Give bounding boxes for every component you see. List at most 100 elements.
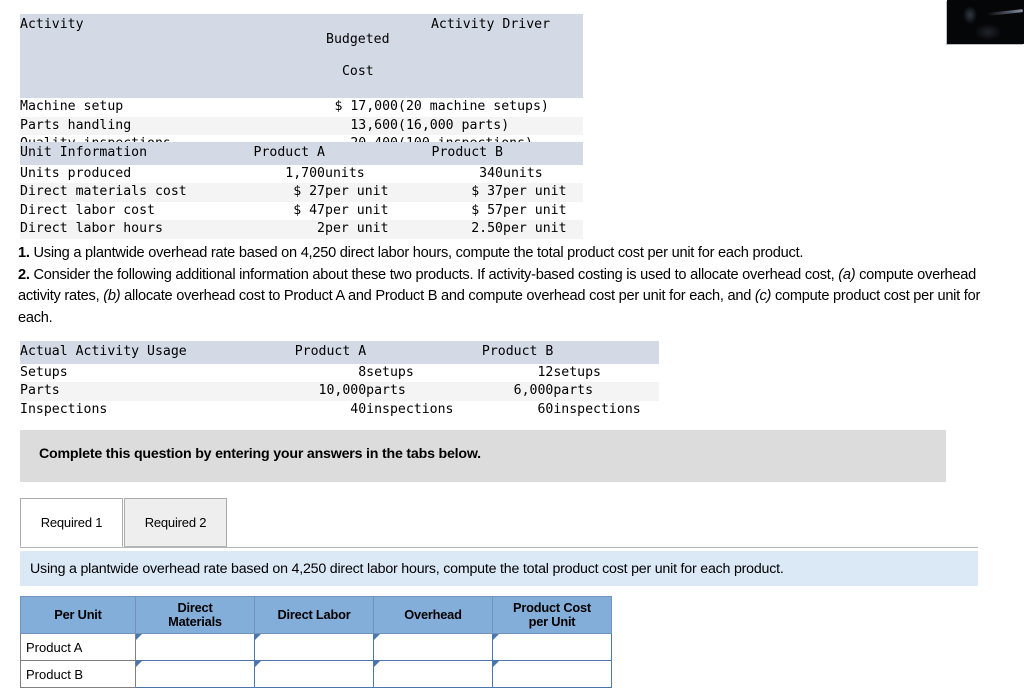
input-product-a-overhead[interactable] [373, 633, 493, 661]
row-a-number: 8 [261, 363, 367, 382]
row-b-number: 2.50 [403, 220, 503, 239]
answer-header-per-unit: Per Unit [20, 596, 136, 634]
table-row: Parts 10,000 parts 6,000 parts [20, 382, 659, 401]
row-label: Units produced [20, 164, 225, 183]
requirement-1-number: 1. [18, 245, 30, 261]
actual-activity-usage-table: Actual Activity Usage Product A Product … [20, 341, 659, 419]
requirement-2-text-c: allocate overhead cost to Product A and … [120, 288, 755, 304]
video-glint-streak [986, 9, 1024, 16]
requirement-2: 2. Consider the following additional inf… [18, 265, 1018, 330]
header-activity: Activity [20, 14, 270, 98]
unit-information-table: Unit Information Product A Product B Uni… [20, 142, 583, 239]
table-header-row: Actual Activity Usage Product A Product … [20, 341, 659, 364]
row-b-number: $ 57 [403, 201, 503, 220]
table-row: Parts handling 13,600 (16,000 parts) [20, 116, 583, 135]
answer-header-per-unit-line1: Per Unit [54, 607, 102, 622]
answer-header-direct-materials-line2: Materials [168, 614, 222, 629]
video-glint-bottom [975, 24, 1001, 40]
row-a-unit: parts [366, 382, 472, 401]
header-budgeted-cost: Budgeted Cost [270, 14, 398, 98]
row-label: Parts handling [20, 116, 270, 135]
input-product-b-product-cost[interactable] [492, 660, 612, 688]
row-a-unit: per unit [325, 201, 403, 220]
header-budgeted-cost-line1: Budgeted [326, 32, 390, 47]
input-product-a-direct-materials[interactable] [135, 633, 255, 661]
row-label: Inspections [20, 400, 262, 419]
requirement-2-text-a: Consider the following additional inform… [29, 266, 839, 283]
row-b-number: 12 [471, 363, 554, 382]
row-label: Direct labor cost [20, 201, 225, 220]
row-b-number: 6,000 [471, 382, 554, 401]
row-label: Machine setup [20, 98, 270, 117]
answer-grid: Per Unit Direct Materials Direct Labor O… [20, 596, 612, 688]
table-row: Direct labor cost $ 47 per unit $ 57 per… [20, 201, 583, 220]
complete-question-text: Complete this question by entering your … [39, 446, 481, 462]
table-row: Units produced 1,700 units 340 units [20, 164, 583, 183]
tab-required-1-label: Required 1 [40, 515, 103, 530]
answer-header-direct-labor: Direct Labor [254, 596, 374, 634]
tab-baseline [20, 547, 978, 548]
row-b-unit: parts [553, 382, 659, 401]
table-row: Direct materials cost $ 27 per unit $ 37… [20, 183, 583, 202]
answer-row-label-product-b: Product B [20, 660, 136, 688]
table-row: Direct labor hours 2 per unit 2.50 per u… [20, 220, 583, 239]
row-b-unit: inspections [553, 400, 659, 419]
row-b-unit: per unit [503, 220, 583, 239]
row-cost: $ 17,000 [270, 98, 398, 117]
table-row: Inspections 40 inspections 60 inspection… [20, 400, 659, 419]
row-b-unit: setups [553, 363, 659, 382]
header-budgeted-cost-line2: Cost [341, 64, 374, 79]
sub-instruction-bar: Using a plantwide overhead rate based on… [20, 551, 978, 586]
row-cost: 13,600 [270, 116, 398, 135]
input-product-b-direct-labor[interactable] [254, 660, 374, 688]
row-driver: (16,000 parts) [398, 116, 583, 135]
requirement-2-part-c: (c) [754, 288, 772, 304]
header-spacer-a [325, 142, 403, 165]
header-unit-information: Unit Information [20, 142, 225, 165]
row-label: Direct materials cost [20, 183, 225, 202]
answer-header-direct-materials: Direct Materials [135, 596, 255, 634]
input-product-b-direct-materials[interactable] [135, 660, 255, 688]
answer-grid-row-product-a: Product A [20, 633, 612, 661]
tab-required-2[interactable]: Required 2 [124, 498, 227, 547]
answer-header-overhead-line1: Overhead [404, 607, 462, 622]
answer-header-product-cost-line1: Product Cost [513, 600, 591, 615]
answer-grid-row-product-b: Product B [20, 660, 612, 688]
header-spacer-b [553, 341, 659, 364]
tab-required-1[interactable]: Required 1 [20, 498, 123, 547]
input-product-a-product-cost[interactable] [492, 633, 612, 661]
row-a-number: 10,000 [261, 382, 367, 401]
row-driver: (20 machine setups) [398, 98, 583, 117]
row-a-unit: inspections [366, 400, 472, 419]
answer-header-direct-labor-line1: Direct Labor [277, 607, 351, 622]
row-b-unit: per unit [503, 183, 583, 202]
requirement-1-text: Using a plantwide overhead rate based on… [29, 245, 804, 261]
video-glint-left [963, 6, 977, 24]
header-product-b: Product B [403, 142, 503, 165]
table-header-row: Unit Information Product A Product B [20, 142, 583, 165]
requirements-text: 1. Using a plantwide overhead rate based… [18, 243, 1018, 329]
row-label: Direct labor hours [20, 220, 225, 239]
table-row: Setups 8 setups 12 setups [20, 363, 659, 382]
requirement-2-part-a: (a) [838, 266, 856, 283]
row-label: Setups [20, 363, 262, 382]
row-a-number: 40 [261, 400, 367, 419]
row-label: Parts [20, 382, 262, 401]
webcam-video-overlay [947, 0, 1024, 44]
row-b-unit: units [503, 164, 583, 183]
row-a-unit: per unit [325, 220, 403, 239]
row-b-number: $ 37 [403, 183, 503, 202]
tab-required-2-label: Required 2 [144, 515, 207, 530]
answer-header-product-cost-per-unit: Product Cost per Unit [492, 596, 612, 634]
header-activity-driver: Activity Driver [398, 14, 583, 98]
header-product-b: Product B [471, 341, 554, 364]
row-a-unit: units [325, 164, 403, 183]
header-product-a: Product A [261, 341, 367, 364]
requirement-2-number: 2. [18, 266, 30, 283]
input-product-a-direct-labor[interactable] [254, 633, 374, 661]
input-product-b-overhead[interactable] [373, 660, 493, 688]
row-b-unit: per unit [503, 201, 583, 220]
row-a-number: 2 [225, 220, 325, 239]
table-header-row: Activity Budgeted Cost Activity Driver [20, 14, 583, 98]
answer-header-overhead: Overhead [373, 596, 493, 634]
